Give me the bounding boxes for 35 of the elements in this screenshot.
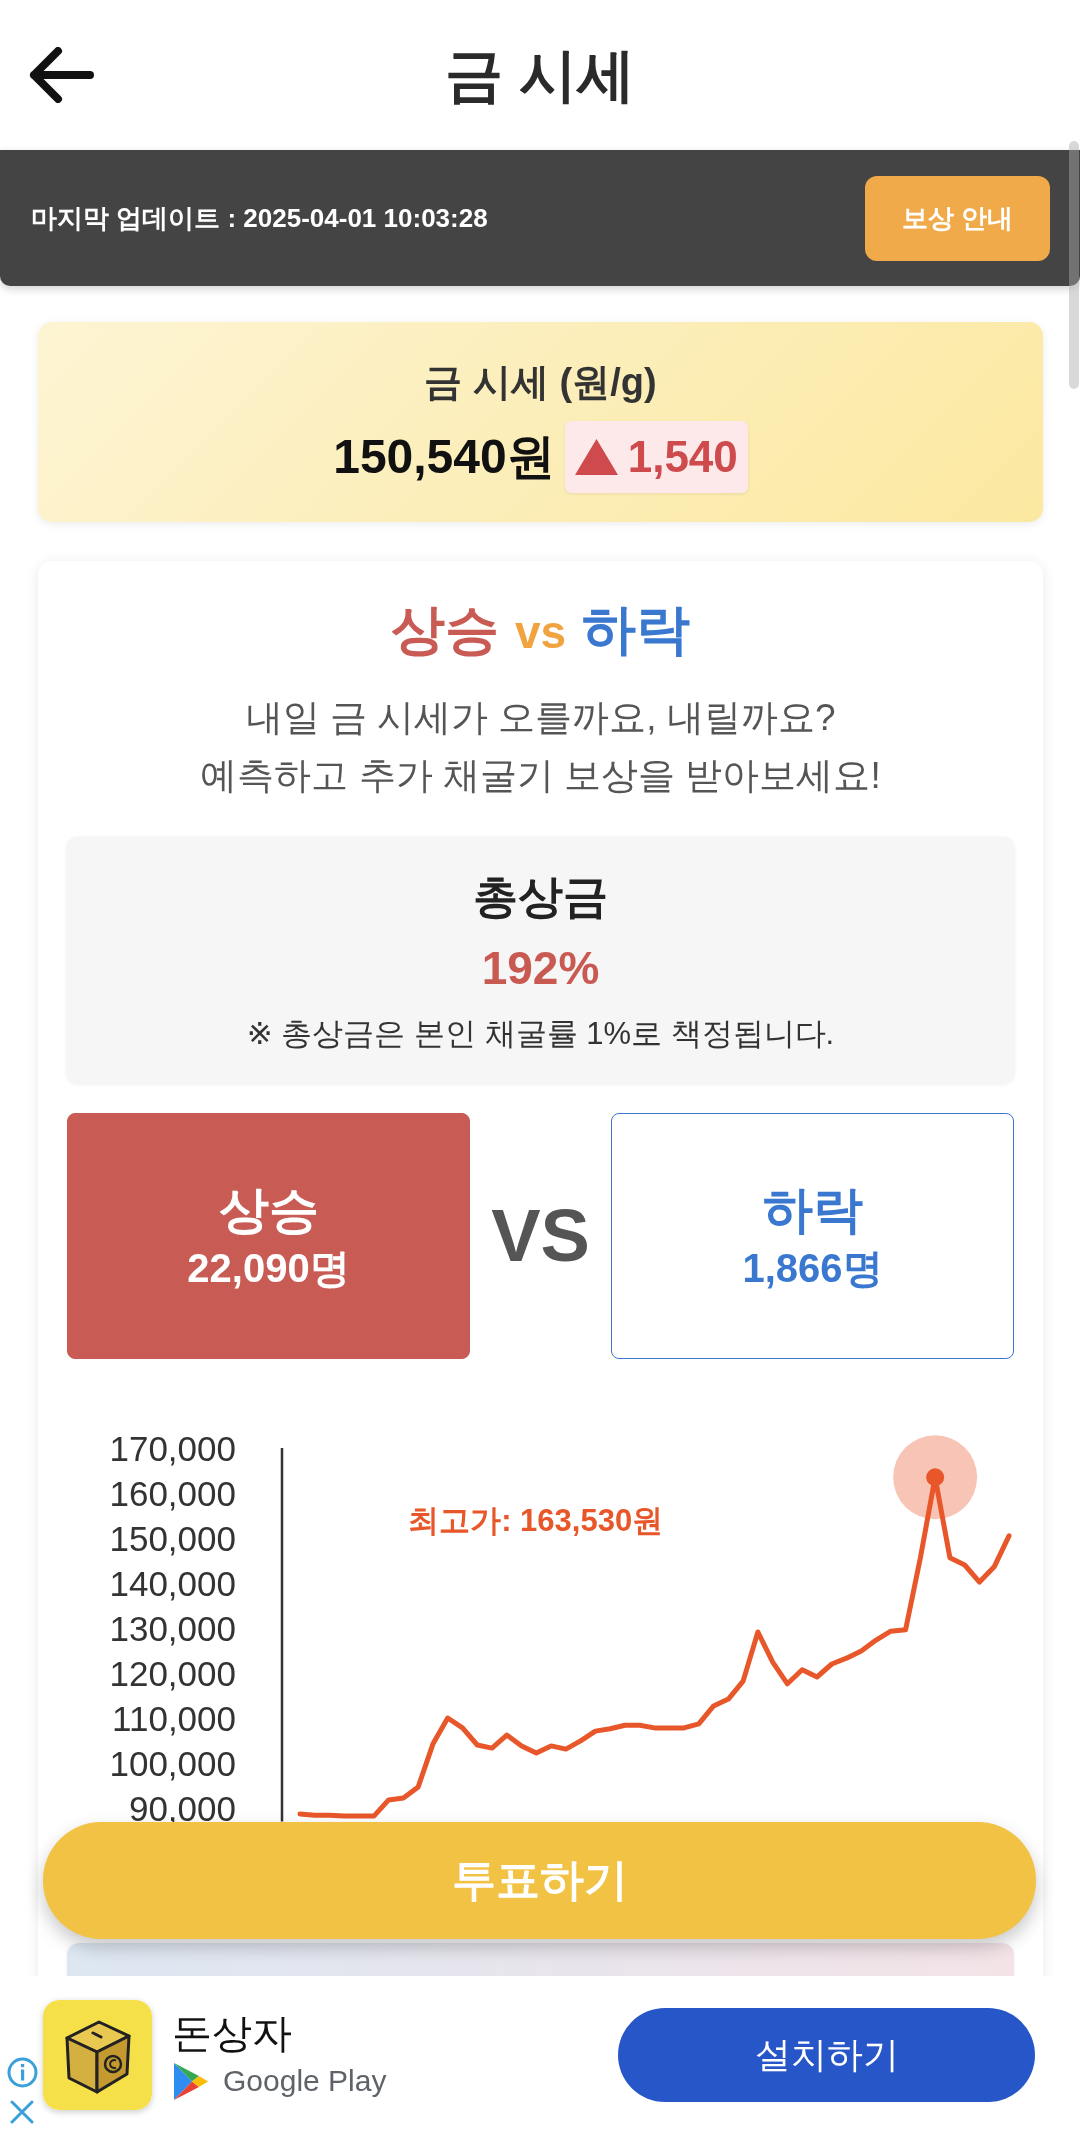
versus-label: VS xyxy=(491,1193,590,1279)
description-line: 내일 금 시세가 오를까요, 내릴까요? xyxy=(244,696,837,740)
install-button[interactable]: 설치하기 xyxy=(618,2008,1035,2102)
store-name: Google Play xyxy=(223,2063,387,2099)
info-icon[interactable] xyxy=(7,2057,38,2088)
y-tick-label: 160,000 xyxy=(109,1473,236,1513)
y-tick-label: 150,000 xyxy=(109,1518,236,1558)
y-tick-label: 100,000 xyxy=(109,1743,236,1783)
price-value: 150,540원 xyxy=(333,429,555,485)
peak-marker-icon xyxy=(893,1435,978,1520)
fall-title: 하락 xyxy=(582,598,691,661)
prize-label: 총상금 xyxy=(473,870,608,924)
last-update-text: 마지막 업데이트 : 2025-04-01 10:03:28 xyxy=(31,201,488,235)
description-line: 예측하고 추가 채굴기 보상을 받아보세요! xyxy=(199,754,882,798)
y-tick-label: 120,000 xyxy=(109,1653,236,1693)
back-arrow-icon[interactable] xyxy=(28,47,94,103)
box-icon[interactable] xyxy=(43,2000,152,2110)
close-icon[interactable] xyxy=(10,2100,34,2124)
price-change-value: 1,540 xyxy=(627,431,738,483)
prize-note: ※ 총상금은 본인 채굴률 1%로 책정됩니다. xyxy=(246,1015,835,1053)
y-tick-label: 170,000 xyxy=(109,1428,236,1468)
app-name: 돈상자 xyxy=(172,2010,293,2057)
peak-price-label: 최고가: 163,530원 xyxy=(408,1502,664,1538)
price-title: 금 시세 (원/g) xyxy=(424,360,657,405)
rise-title: 상승 xyxy=(390,598,499,661)
fall-option-button[interactable]: 하락 1,866명 xyxy=(611,1113,1014,1359)
y-tick-label: 110,000 xyxy=(112,1698,236,1738)
versus-title: vs xyxy=(514,605,567,660)
rise-option-button[interactable]: 상승 22,090명 xyxy=(67,1113,470,1359)
page-title: 금 시세 xyxy=(444,41,636,109)
play-icon xyxy=(172,2061,209,2101)
y-tick-label: 140,000 xyxy=(109,1563,236,1603)
scrollbar-thumb[interactable] xyxy=(1069,141,1079,389)
y-tick-label: 130,000 xyxy=(109,1608,236,1648)
prize-value: 192% xyxy=(481,941,600,995)
